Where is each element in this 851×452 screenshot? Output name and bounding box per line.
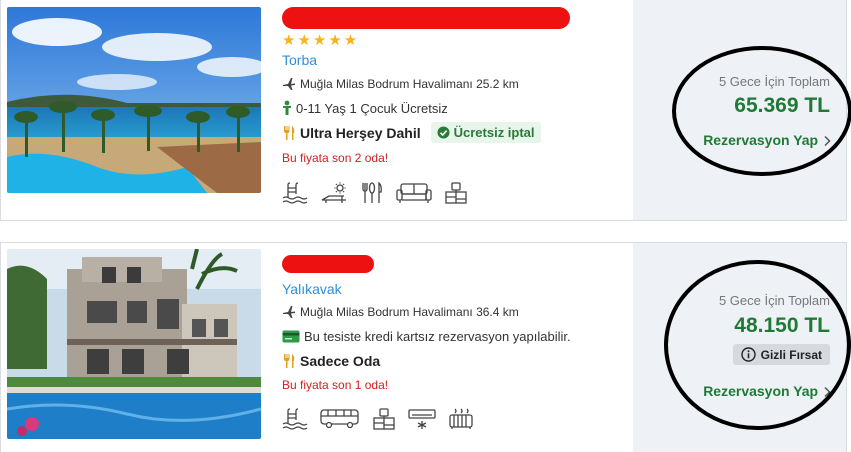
heater-icon [448, 408, 474, 430]
payment-note-text: Bu tesiste kredi kartsız rezervasyon yap… [304, 329, 571, 344]
desk-icon [444, 182, 468, 204]
availability-warning: Bu fiyata son 2 oda! [282, 151, 389, 165]
airport-distance: Muğla Milas Bodrum Havalimanı 36.4 km [282, 305, 519, 319]
board-type: Ultra Herşey Dahil Ücretsiz iptal [282, 122, 541, 143]
sunbed-icon [320, 182, 348, 204]
highlight-circle-annotation [664, 260, 851, 430]
shuttle-bus-icon [320, 408, 360, 430]
pool-icon [282, 182, 308, 204]
hotel-location-link[interactable]: Torba [282, 52, 317, 68]
star-rating: ★★★★★ [282, 32, 360, 49]
hotel-photo[interactable] [7, 249, 261, 439]
desk-icon [372, 408, 396, 430]
highlight-circle-annotation [672, 46, 851, 176]
amenity-icons [282, 408, 474, 430]
pool-icon [282, 408, 308, 430]
redacted-hotel-name [282, 7, 570, 29]
hotel-location-link[interactable]: Yalıkavak [282, 281, 342, 297]
airport-distance: Muğla Milas Bodrum Havalimanı 25.2 km [282, 77, 519, 91]
credit-card-icon [282, 330, 300, 343]
redacted-hotel-name [282, 255, 374, 273]
airplane-icon [282, 305, 296, 319]
child-icon [282, 100, 292, 116]
payment-note: Bu tesiste kredi kartsız rezervasyon yap… [282, 329, 571, 344]
airport-distance-text: Muğla Milas Bodrum Havalimanı 25.2 km [300, 77, 519, 91]
check-circle-icon [437, 126, 450, 139]
amenity-icons [282, 182, 468, 204]
free-cancellation-text: Ücretsiz iptal [453, 125, 535, 140]
airplane-icon [282, 77, 296, 91]
availability-warning: Bu fiyata son 1 oda! [282, 378, 389, 392]
restaurant-icon [360, 182, 384, 204]
child-policy-text: 0-11 Yaş 1 Çocuk Ücretsiz [296, 100, 448, 116]
sofa-icon [396, 182, 432, 204]
hotel-photo[interactable] [7, 7, 261, 193]
cutlery-icon [282, 353, 296, 369]
airport-distance-text: Muğla Milas Bodrum Havalimanı 36.4 km [300, 305, 519, 319]
air-conditioner-icon [408, 408, 436, 430]
board-type: Sadece Oda [282, 353, 380, 369]
cutlery-icon [282, 125, 296, 141]
free-cancellation-badge: Ücretsiz iptal [430, 122, 541, 143]
board-type-text: Ultra Herşey Dahil [300, 124, 421, 141]
child-policy: 0-11 Yaş 1 Çocuk Ücretsiz [282, 100, 448, 116]
board-type-text: Sadece Oda [300, 353, 381, 369]
